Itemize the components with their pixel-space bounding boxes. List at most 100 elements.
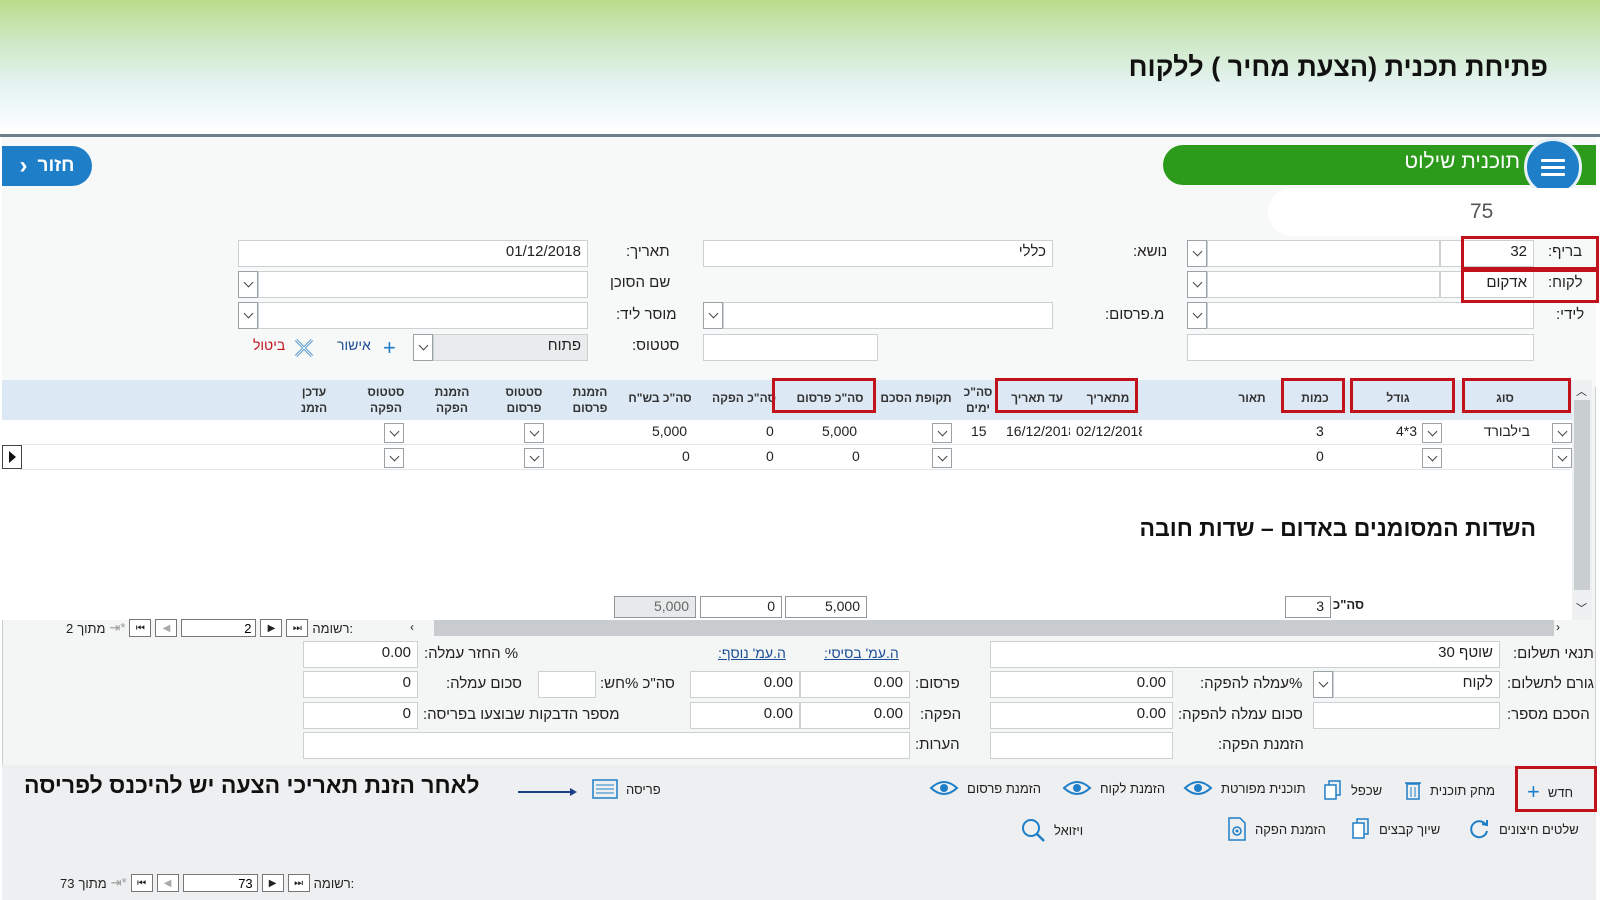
extra-price-link[interactable]: ה.עמ' נוסף: [718, 645, 786, 661]
row2-type-dropdown[interactable] [1552, 448, 1572, 468]
col-period[interactable]: תקופת הסכם [876, 390, 956, 406]
extra-field[interactable] [1187, 334, 1534, 361]
col-to-date[interactable]: עד תאריך [1002, 390, 1072, 406]
row1-qty[interactable]: 3 [1316, 423, 1324, 439]
prev-record-icon[interactable]: ◀ [155, 619, 178, 637]
payment-terms-field[interactable]: שוטף 30 [990, 641, 1500, 668]
date-field[interactable]: 01/12/2018 [238, 240, 588, 267]
row2-status-pub-dropdown[interactable] [524, 448, 544, 468]
agent-dropdown[interactable] [238, 271, 258, 298]
client-field[interactable]: אדקום [1440, 271, 1534, 298]
lead-field[interactable] [258, 302, 588, 329]
first-record-icon[interactable]: ⏮ [130, 874, 153, 892]
row1-total-pub[interactable]: 5,000 [822, 423, 857, 439]
payer-field[interactable]: לקוח [1333, 671, 1500, 698]
pub-extra-field[interactable]: 0.00 [690, 671, 800, 698]
col-order-prod[interactable]: הזמנת הפקה [424, 384, 480, 416]
col-order-pub[interactable]: הזמנת פרסום [562, 384, 618, 416]
delete-plan-button[interactable]: מחק תוכנית [1404, 779, 1495, 801]
prod-extra-field[interactable]: 0.00 [690, 702, 800, 729]
prod-order-button[interactable]: הזמנת הפקה [1227, 817, 1326, 841]
agent-field[interactable] [258, 271, 588, 298]
prod-comm-pct-field[interactable]: 0.00 [990, 671, 1173, 698]
subject-field[interactable]: כללי [703, 240, 1053, 267]
plan-record-input[interactable] [182, 874, 258, 892]
stickers-field[interactable]: 0 [303, 702, 418, 729]
layout-button[interactable]: פריסה [592, 779, 661, 799]
row1-status-pub-dropdown[interactable] [524, 423, 544, 443]
grid-record-input[interactable] [181, 619, 257, 637]
lidi-field[interactable] [1207, 302, 1534, 329]
plan-nav-new-icon[interactable]: ⇥* [111, 875, 127, 891]
row1-size-dropdown[interactable] [1422, 423, 1442, 443]
client-search-field[interactable] [1207, 271, 1440, 298]
col-desc[interactable]: תאור [1232, 390, 1272, 406]
scroll-up-icon[interactable]: ︿ [1576, 383, 1587, 399]
add-icon[interactable]: + [383, 335, 396, 361]
vertical-scroll-thumb[interactable] [1574, 400, 1590, 590]
scroll-right-icon[interactable]: › [1556, 620, 1560, 634]
col-days[interactable]: סה"כ ימים [960, 384, 996, 416]
horizontal-scrollbar[interactable] [434, 620, 1554, 636]
prev-record-icon[interactable]: ◀ [156, 874, 179, 892]
external-signs-button[interactable]: שלטים חיצונים [1467, 817, 1579, 841]
row1-status-prod-dropdown[interactable] [384, 423, 404, 443]
new-button[interactable]: חדש + [1527, 779, 1573, 805]
client-dropdown[interactable] [1187, 271, 1207, 298]
col-total-prod[interactable]: סה"כ הפקה [704, 390, 784, 406]
scroll-down-icon[interactable]: ﹀ [1576, 600, 1587, 616]
row1-size[interactable]: 4*3 [1396, 423, 1417, 439]
col-status-pub[interactable]: סטטוס פרסום [496, 384, 552, 416]
row2-total-pub[interactable]: 0 [852, 448, 860, 464]
grid-nav-new-icon[interactable]: ⇥* [109, 620, 125, 636]
total-vat-field[interactable] [538, 671, 596, 698]
col-update[interactable]: עדכן הזמנ [290, 384, 338, 416]
detailed-plan-button[interactable]: תוכנית מפורטת [1183, 779, 1306, 797]
row1-type[interactable]: בילבורד [1484, 423, 1530, 439]
brief-search-field[interactable] [1207, 240, 1440, 267]
brief-dropdown[interactable] [1187, 240, 1207, 267]
first-record-icon[interactable]: ⏮ [129, 619, 152, 637]
last-record-icon[interactable]: ⏭ [287, 874, 310, 892]
agreement-field[interactable] [1313, 702, 1500, 729]
row1-to-date[interactable]: 16/12/2018 [1006, 423, 1070, 439]
row2-period-dropdown[interactable] [932, 448, 952, 468]
row2-qty[interactable]: 0 [1316, 448, 1324, 464]
return-comm-field[interactable]: 0.00 [303, 641, 418, 668]
status-dropdown[interactable] [413, 334, 433, 361]
next-record-icon[interactable]: ▶ [260, 619, 283, 637]
col-from-date[interactable]: מתאריך [1078, 390, 1138, 406]
visual-button[interactable]: ויזואל [1020, 817, 1083, 843]
media-field[interactable] [723, 302, 1053, 329]
notes-field[interactable] [303, 732, 910, 759]
col-total-nis[interactable]: סה"כ בש"ח [620, 390, 700, 406]
next-record-icon[interactable]: ▶ [261, 874, 284, 892]
lead-dropdown[interactable] [238, 302, 258, 329]
last-record-icon[interactable]: ⏭ [286, 619, 309, 637]
approve-button[interactable]: אישור [337, 337, 371, 353]
middle-extra-field[interactable] [703, 334, 878, 361]
status-field[interactable]: פתוח [433, 334, 588, 361]
comm-sum-field[interactable]: 0 [303, 671, 418, 698]
prod-comm-sum-field[interactable]: 0.00 [990, 702, 1173, 729]
col-qty[interactable]: כמות [1290, 390, 1340, 406]
pub-order-button[interactable]: הזמנת פרסום [929, 779, 1041, 797]
col-status-prod[interactable]: סטטוס הפקה [358, 384, 414, 416]
row2-status-prod-dropdown[interactable] [384, 448, 404, 468]
row1-type-dropdown[interactable] [1552, 423, 1572, 443]
client-order-button[interactable]: הזמנת לקוח [1062, 779, 1165, 797]
prod-order-field[interactable] [990, 732, 1173, 759]
col-size[interactable]: גודל [1358, 390, 1438, 406]
scroll-left-icon[interactable]: ‹ [410, 620, 414, 634]
row1-from-date[interactable]: 02/12/2018 [1076, 423, 1142, 439]
row1-period-dropdown[interactable] [932, 423, 952, 443]
base-price-link[interactable]: ה.עמ' בסיסי: [824, 645, 899, 661]
media-dropdown[interactable] [703, 302, 723, 329]
prod-base-field[interactable]: 0.00 [800, 702, 910, 729]
row2-size-dropdown[interactable] [1422, 448, 1442, 468]
cancel-x-icon[interactable] [292, 336, 316, 363]
col-type[interactable]: סוג [1475, 390, 1535, 406]
brief-field[interactable]: 32 [1440, 240, 1534, 267]
col-total-pub[interactable]: סה"כ פרסום [790, 390, 870, 406]
cancel-button[interactable]: ביטול [253, 337, 285, 353]
